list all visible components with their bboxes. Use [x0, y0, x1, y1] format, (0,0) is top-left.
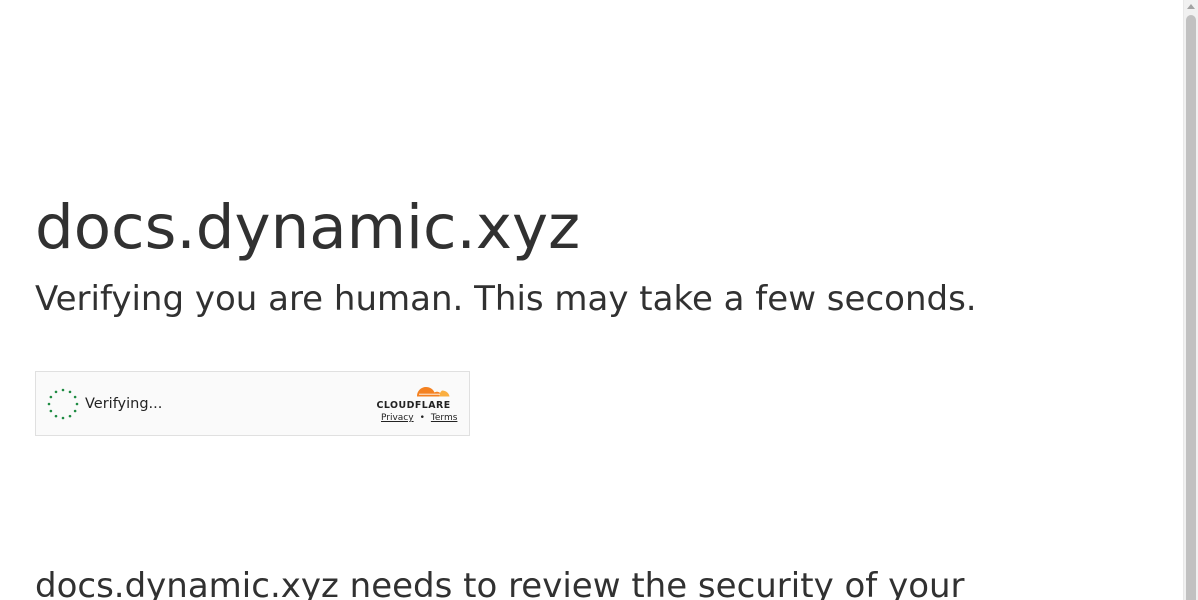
turnstile-widget[interactable]: Verifying... CLOUDFLARE Privacy • Terms [35, 371, 470, 436]
cloudflare-logo: CLOUDFLARE [377, 387, 451, 411]
widget-links: Privacy • Terms [381, 412, 457, 424]
spinner-dot [73, 395, 77, 399]
spinner-dot [68, 414, 72, 418]
cloudflare-cloud-icon [417, 387, 450, 397]
spinner-dot [49, 409, 53, 413]
triangle-up-icon[interactable] [1187, 4, 1195, 9]
spinner-dot [47, 402, 51, 406]
spinner-dot [54, 414, 58, 418]
spinner-dot [61, 416, 65, 420]
spinner-dot [61, 388, 65, 392]
scrollbar-thumb[interactable] [1186, 15, 1196, 600]
challenge-page: docs.dynamic.xyz Verifying you are human… [0, 0, 1183, 600]
cloudflare-wordmark: CLOUDFLARE [377, 400, 451, 411]
spinner-dot [54, 390, 58, 394]
spinner-dot [73, 409, 77, 413]
spinner-dot [49, 395, 53, 399]
link-separator: • [419, 413, 425, 423]
spinner-dot [75, 402, 79, 406]
security-review-message: docs.dynamic.xyz needs to review the sec… [35, 566, 965, 600]
verifying-status: Verifying... [85, 396, 163, 412]
terms-link[interactable]: Terms [431, 413, 458, 423]
site-title: docs.dynamic.xyz [35, 192, 581, 263]
privacy-link[interactable]: Privacy [381, 413, 414, 423]
loading-spinner-icon [47, 388, 79, 420]
verification-message: Verifying you are human. This may take a… [35, 279, 977, 319]
vertical-scrollbar[interactable] [1183, 0, 1198, 600]
spinner-dot [68, 390, 72, 394]
